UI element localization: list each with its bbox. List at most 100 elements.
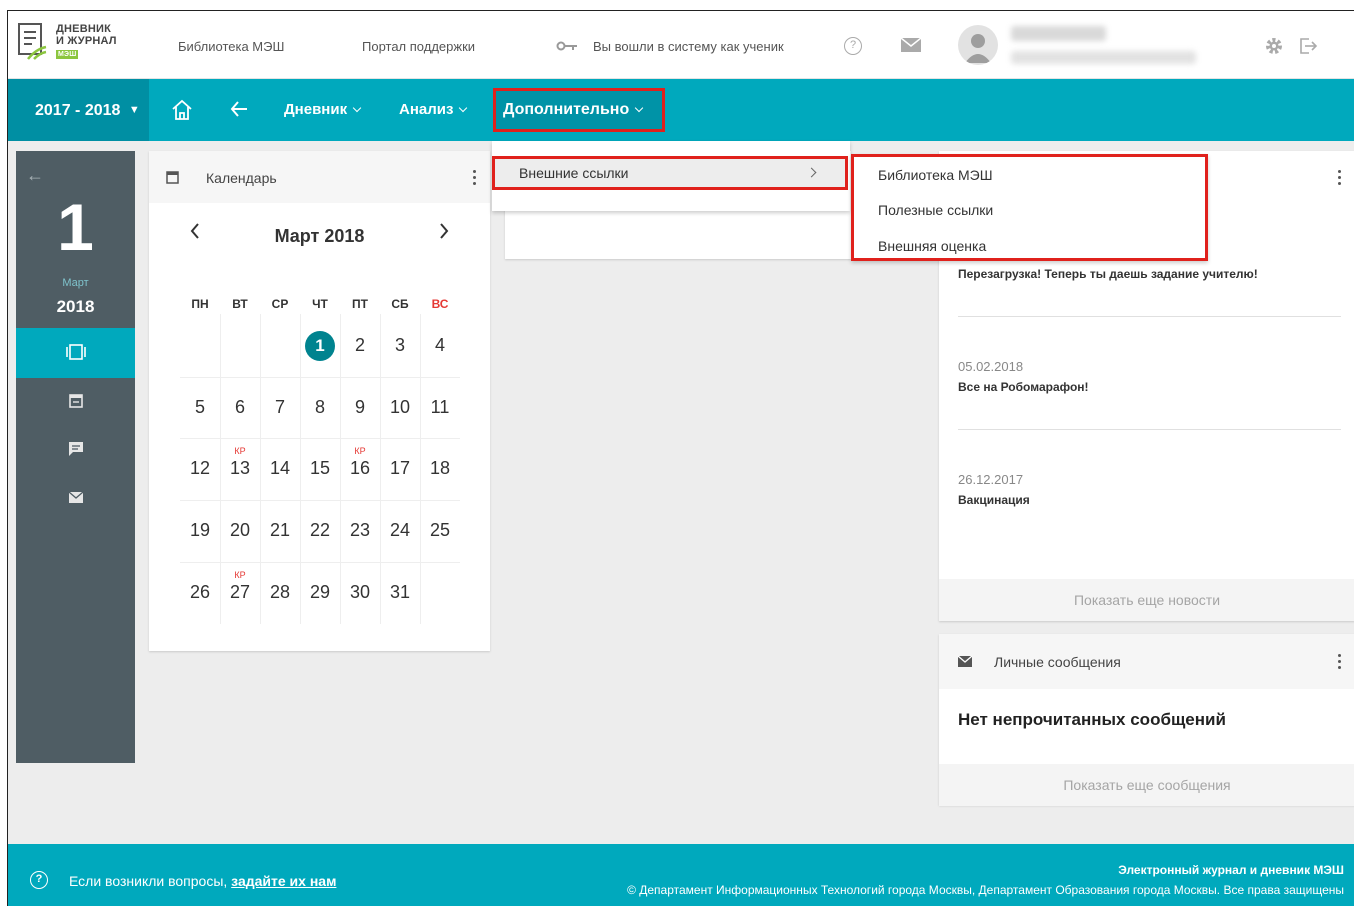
calendar-day[interactable]: 9	[340, 397, 380, 418]
top-header: ДНЕВНИК И ЖУРНАЛ МЭШ Библиотека МЭШ Порт…	[8, 11, 1354, 79]
calendar-icon[interactable]	[68, 393, 83, 411]
logo-text: ДНЕВНИК И ЖУРНАЛ МЭШ	[56, 23, 117, 59]
calendar-day[interactable]: 17	[380, 458, 420, 479]
test-marker: КР	[234, 446, 246, 456]
selected-year: 2018	[56, 297, 95, 316]
nav-diary[interactable]: Дневник	[284, 79, 362, 141]
kebab-menu-icon[interactable]	[473, 170, 477, 188]
calendar-day[interactable]: 29	[300, 582, 340, 603]
calendar-day[interactable]: 16	[340, 458, 380, 479]
calendar-day[interactable]: 15	[300, 458, 340, 479]
kebab-menu-icon[interactable]	[1338, 170, 1342, 188]
calendar-day[interactable]: 5	[180, 397, 220, 418]
sidebar-collapse-icon[interactable]: ←	[26, 165, 44, 186]
logo-badge: МЭШ	[56, 50, 79, 59]
calendar-day[interactable]: 13	[220, 458, 260, 479]
avatar[interactable]	[958, 25, 998, 65]
calendar-day[interactable]: 2	[340, 335, 380, 356]
submenu-item-external-assessment[interactable]: Внешняя оценка	[878, 238, 986, 254]
calendar-day[interactable]: 24	[380, 520, 420, 541]
library-link[interactable]: Библиотека МЭШ	[178, 39, 284, 54]
calendar-day[interactable]: 3	[380, 335, 420, 356]
sidebar-item-widgets[interactable]	[16, 328, 135, 378]
mail-icon[interactable]	[68, 491, 83, 506]
menu-item-label: Внешние ссылки	[519, 165, 629, 181]
calendar-icon	[166, 170, 179, 187]
submenu-item-useful-links[interactable]: Полезные ссылки	[878, 202, 993, 218]
logo-line-2: И ЖУРНАЛ	[56, 35, 117, 47]
calendar-day[interactable]: 22	[300, 520, 340, 541]
help-icon[interactable]: ?	[30, 871, 48, 889]
caret-down-icon: ▼	[128, 104, 140, 116]
calendar-day[interactable]: 6	[220, 397, 260, 418]
show-more-news-button[interactable]: Показать еще новости	[939, 579, 1354, 621]
calendar-day[interactable]: 12	[180, 458, 220, 479]
news-item-date: 05.02.2018	[958, 359, 1024, 374]
calendar-day[interactable]: 14	[260, 458, 300, 479]
calendar-day[interactable]: 27	[220, 582, 260, 603]
calendar-day[interactable]: 7	[260, 397, 300, 418]
main-nav: 2017 - 2018 ▼ Дневник Анализ Дополнитель…	[8, 79, 1354, 141]
next-month-button[interactable]	[439, 219, 449, 245]
calendar-day[interactable]: 31	[380, 582, 420, 603]
weekday-label-sunday: ВС	[431, 297, 449, 311]
calendar-day[interactable]: 8	[300, 397, 340, 418]
date-sidebar: ← 1 Март 2018	[16, 151, 135, 763]
app-frame: ДНЕВНИК И ЖУРНАЛ МЭШ Библиотека МЭШ Порт…	[7, 10, 1354, 906]
mail-icon[interactable]	[900, 37, 922, 55]
year-selector[interactable]: 2017 - 2018 ▼	[8, 79, 149, 141]
calendar-day[interactable]: 18	[420, 458, 460, 479]
back-arrow-icon[interactable]	[229, 99, 249, 122]
calendar-day[interactable]: 10	[380, 397, 420, 418]
calendar-day[interactable]: 28	[260, 582, 300, 603]
ask-question-link[interactable]: задайте их нам	[231, 873, 336, 889]
extra-dropdown-menu: Внешние ссылки	[492, 141, 850, 211]
weekday-label: СБ	[391, 297, 409, 311]
calendar-day[interactable]: 4	[420, 335, 460, 356]
calendar-day[interactable]: 26	[180, 582, 220, 603]
gear-icon[interactable]	[1264, 36, 1284, 59]
calendar-header: Календарь	[149, 151, 490, 203]
news-item-text[interactable]: Перезагрузка! Теперь ты даешь задание уч…	[958, 267, 1258, 281]
news-item-text[interactable]: Вакцинация	[958, 493, 1030, 507]
key-icon	[556, 40, 578, 55]
logout-icon[interactable]	[1298, 36, 1318, 59]
footer-copyright: © Департамент Информационных Технологий …	[627, 883, 1344, 897]
calendar-day[interactable]: 25	[420, 520, 460, 541]
calendar-day[interactable]: 20	[220, 520, 260, 541]
chat-icon[interactable]	[68, 442, 83, 459]
news-item-date: 26.12.2017	[958, 472, 1024, 487]
weekday-label: ВТ	[232, 297, 248, 311]
nav-extra[interactable]: Дополнительно	[493, 88, 665, 132]
messages-widget: Личные сообщения Нет непрочитанных сообщ…	[939, 634, 1354, 806]
calendar-day[interactable]: 11	[420, 397, 460, 418]
user-role-blurred	[1011, 51, 1196, 64]
nav-analysis[interactable]: Анализ	[399, 79, 468, 141]
support-link[interactable]: Портал поддержки	[362, 39, 475, 54]
test-marker: КР	[354, 446, 366, 456]
footer-question: Если возникли вопросы, задайте их нам	[69, 873, 336, 889]
calendar-day[interactable]: 30	[340, 582, 380, 603]
weekday-label: СР	[271, 297, 289, 311]
login-status: Вы вошли в систему как ученик	[593, 39, 784, 54]
calendar-title: Календарь	[206, 170, 277, 186]
chevron-down-icon	[459, 103, 468, 113]
help-icon[interactable]: ?	[844, 37, 862, 55]
nav-diary-label: Дневник	[284, 101, 348, 118]
show-more-messages-button[interactable]: Показать еще сообщения	[939, 764, 1354, 806]
kebab-menu-icon[interactable]	[1338, 654, 1342, 672]
calendar-day[interactable]: 23	[340, 520, 380, 541]
mail-icon	[957, 655, 973, 670]
calendar-day[interactable]: 19	[180, 520, 220, 541]
news-item-text[interactable]: Все на Робомарафон!	[958, 380, 1089, 394]
grid-line	[180, 438, 460, 439]
calendar-day[interactable]: 21	[260, 520, 300, 541]
submenu-item-library[interactable]: Библиотека МЭШ	[878, 167, 993, 183]
weekday-label: ЧТ	[312, 297, 328, 311]
calendar-day-today[interactable]: 1	[305, 331, 335, 361]
selected-month: Март	[62, 277, 89, 289]
menu-item-external-links[interactable]: Внешние ссылки	[492, 156, 848, 190]
logo[interactable]: ДНЕВНИК И ЖУРНАЛ МЭШ	[18, 23, 117, 61]
nav-analysis-label: Анализ	[399, 101, 454, 118]
home-icon[interactable]	[171, 99, 193, 124]
